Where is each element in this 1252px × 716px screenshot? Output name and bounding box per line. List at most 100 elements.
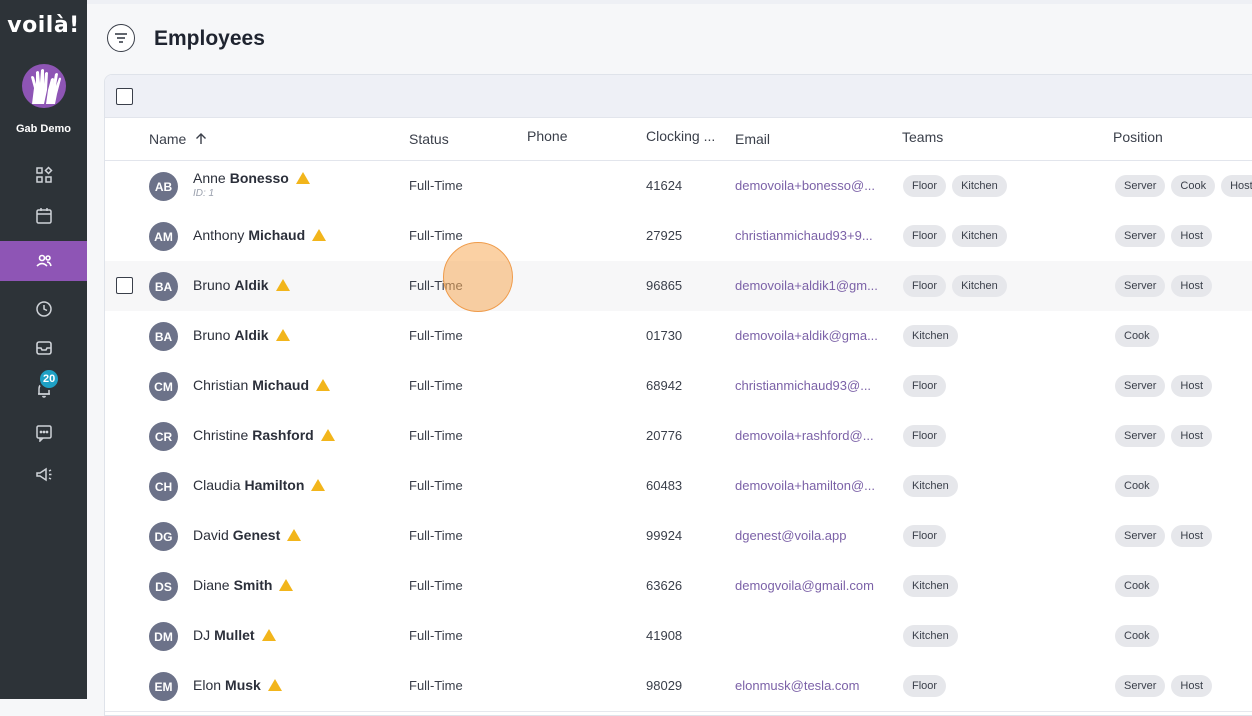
employee-name[interactable]: Anne Bonesso [193, 170, 310, 186]
warning-icon [275, 329, 290, 341]
select-all-checkbox[interactable] [116, 88, 133, 105]
avatar[interactable]: DS [149, 572, 178, 601]
table-row[interactable]: BA Bruno Aldik Full-Time 01730 demovoila+aldi… [105, 311, 1252, 362]
nav-announcements[interactable] [0, 455, 87, 495]
position-chip: Host [1171, 425, 1213, 447]
last-name: Mullet [214, 627, 255, 643]
email-cell[interactable]: demovoila+rashford@... [735, 428, 874, 443]
clocking-cell: 68942 [646, 378, 683, 393]
employee-name[interactable]: Anthony Michaud [193, 227, 327, 243]
email-cell[interactable]: demovoila+bonesso@... [735, 178, 875, 193]
column-header-email[interactable]: Email [735, 131, 770, 147]
table-row[interactable]: CH Claudia Hamilton Full-Time 60483 demovoila… [105, 461, 1252, 512]
column-header-teams[interactable]: Teams [902, 129, 943, 145]
avatar[interactable]: CH [149, 472, 178, 501]
column-header-name[interactable]: Name [149, 131, 207, 147]
first-name: Elon [193, 677, 222, 693]
column-header-clocking[interactable]: Clocking ... [646, 128, 715, 144]
position-cell: Cook [1115, 325, 1159, 347]
email-cell[interactable]: elonmusk@tesla.com [735, 678, 859, 693]
team-chip: Kitchen [903, 475, 958, 497]
employee-name[interactable]: Bruno Aldik [193, 277, 290, 293]
nav-schedule[interactable] [0, 196, 87, 236]
table-row[interactable]: CR Christine Rashford Full-Time 20776 demovoi… [105, 411, 1252, 462]
avatar[interactable]: DM [149, 622, 178, 651]
teams-cell: Floor [903, 525, 947, 547]
first-name: Anthony [193, 227, 245, 243]
email-cell[interactable]: demovoila+aldik1@gm... [735, 278, 878, 293]
inbox-icon [35, 341, 52, 355]
last-name: Genest [232, 527, 281, 543]
teams-cell: Floor Kitchen [903, 275, 1007, 297]
table-row[interactable]: DS Diane Smith Full-Time 63626 demogvoila@gma… [105, 561, 1252, 612]
people-icon [35, 254, 52, 267]
avatar[interactable]: EM [149, 672, 178, 701]
column-header-status[interactable]: Status [409, 131, 449, 147]
position-cell: Server Host [1115, 425, 1213, 447]
email-cell[interactable]: demovoila+hamilton@... [735, 478, 875, 493]
table-header: Name Status Phone Clocking ... Email Tea… [105, 118, 1252, 161]
team-chip: Kitchen [903, 325, 958, 347]
table-row[interactable]: AM Anthony Michaud Full-Time 27925 christianm… [105, 211, 1252, 262]
email-cell[interactable]: demovoila+aldik@gma... [735, 328, 878, 343]
table-row[interactable]: DM DJ Mullet Full-Time 41908 Kitchen Cook [105, 611, 1252, 662]
avatar[interactable]: DG [149, 522, 178, 551]
app-logo[interactable]: voilà! [0, 13, 87, 38]
position-chip: Cook [1115, 325, 1159, 347]
position-chip: Server [1115, 375, 1166, 397]
position-cell: Cook [1115, 475, 1159, 497]
page-title: Employees [154, 27, 265, 50]
avatar[interactable]: AM [149, 222, 178, 251]
chat-icon [35, 425, 52, 442]
warning-icon [267, 679, 282, 691]
team-chip: Floor [903, 375, 947, 397]
column-header-phone[interactable]: Phone [527, 128, 567, 144]
employee-name[interactable]: Claudia Hamilton [193, 477, 326, 493]
email-cell[interactable]: christianmichaud93+9... [735, 228, 873, 243]
employee-name[interactable]: Diane Smith [193, 577, 294, 593]
first-name: Anne [193, 170, 226, 186]
position-chip: Server [1115, 175, 1166, 197]
org-avatar[interactable] [22, 64, 66, 108]
email-cell[interactable]: demogvoila@gmail.com [735, 578, 874, 593]
nav-timesheets[interactable] [0, 289, 87, 329]
nav-employees[interactable] [0, 241, 87, 281]
status-cell: Full-Time [409, 628, 463, 643]
employee-name[interactable]: David Genest [193, 527, 302, 543]
clocking-cell: 98029 [646, 678, 683, 693]
nav-inbox[interactable] [0, 328, 87, 368]
status-cell: Full-Time [409, 528, 463, 543]
top-strip [87, 0, 1252, 4]
table-row[interactable]: CM Christian Michaud Full-Time 68942 christia… [105, 361, 1252, 412]
email-cell[interactable]: christianmichaud93@... [735, 378, 871, 393]
position-chip: Server [1115, 225, 1166, 247]
avatar[interactable]: AB [149, 172, 178, 201]
nav-notifications[interactable]: 20 [0, 368, 87, 410]
team-chip: Floor [903, 175, 947, 197]
employee-name[interactable]: Elon Musk [193, 677, 282, 693]
nav-dashboard[interactable] [0, 155, 87, 195]
table-row[interactable]: DG David Genest Full-Time 99924 dgenest@voila… [105, 511, 1252, 562]
table-row[interactable]: EM Elon Musk Full-Time 98029 elonmusk@tesla.c… [105, 661, 1252, 712]
email-cell[interactable]: dgenest@voila.app [735, 528, 847, 543]
teams-cell: Floor [903, 675, 947, 697]
warning-icon [275, 279, 290, 291]
team-chip: Kitchen [952, 225, 1007, 247]
table-row[interactable]: BA Bruno Aldik Full-Time 96865 demovoila+aldi… [105, 261, 1252, 312]
employee-name[interactable]: Bruno Aldik [193, 327, 290, 343]
employee-name[interactable]: Christian Michaud [193, 377, 331, 393]
employee-name[interactable]: DJ Mullet [193, 627, 276, 643]
clocking-cell: 41908 [646, 628, 683, 643]
row-checkbox[interactable] [116, 277, 133, 294]
nav-messages[interactable] [0, 413, 87, 453]
first-name: Christian [193, 377, 249, 393]
avatar[interactable]: CR [149, 422, 178, 451]
avatar[interactable]: BA [149, 322, 178, 351]
avatar[interactable]: BA [149, 272, 178, 301]
column-header-position[interactable]: Position [1113, 129, 1163, 145]
position-chip: Cook [1115, 575, 1159, 597]
employee-name[interactable]: Christine Rashford [193, 427, 335, 443]
avatar[interactable]: CM [149, 372, 178, 401]
filter-button[interactable] [107, 24, 135, 52]
table-row[interactable]: AB Anne Bonesso ID: 1 Full-Time 41624 demovoil… [105, 161, 1252, 212]
